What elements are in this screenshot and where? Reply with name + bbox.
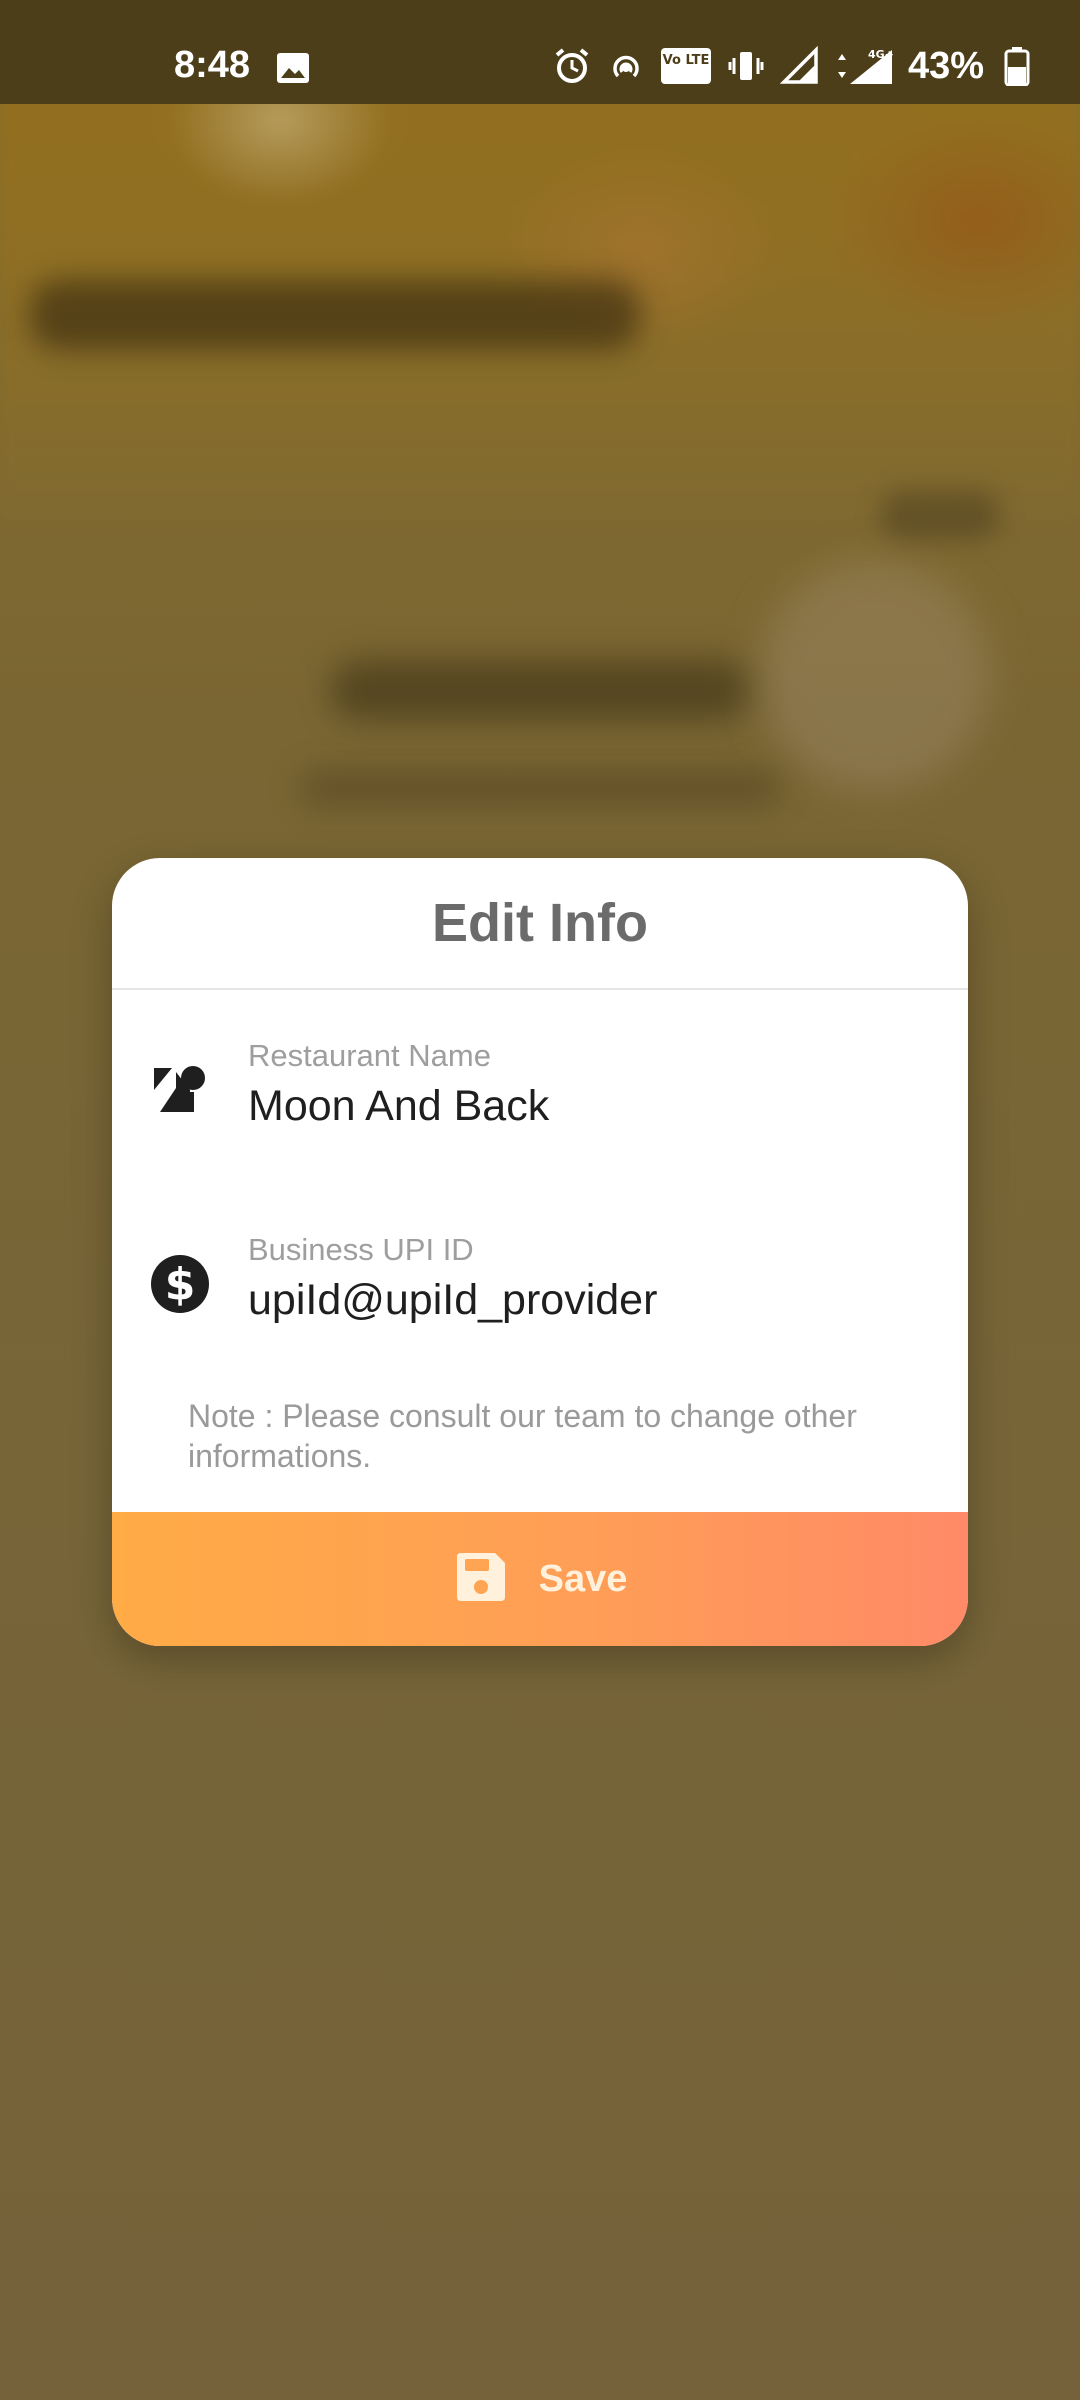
battery-icon	[1004, 46, 1030, 86]
volte-text: Vo LTE	[663, 53, 710, 68]
restaurant-name-value[interactable]: Moon And Back	[248, 1082, 549, 1131]
volte-icon: Vo LTE	[660, 46, 712, 86]
floppy-disk-icon	[453, 1549, 509, 1610]
background-title-blur	[30, 280, 640, 350]
network-label: 4G+	[868, 48, 894, 61]
dialog-title: Edit Info	[432, 893, 648, 953]
signal-4g-icon: 4G+	[834, 46, 894, 86]
background-badge-blur	[880, 490, 1000, 540]
title-divider	[112, 988, 968, 990]
business-upi-label: Business UPI ID	[248, 1232, 474, 1267]
battery-percent: 43%	[907, 44, 984, 87]
business-upi-field[interactable]: $ Business UPI ID upiId@upiId_provider	[112, 1232, 968, 1372]
background-avatar-blur	[760, 560, 990, 790]
category-icon	[150, 1060, 210, 1120]
status-bar: 8:48 Vo LTE 4G+ 43%	[0, 0, 1080, 104]
business-upi-value[interactable]: upiId@upiId_provider	[248, 1276, 657, 1325]
note-text: Note : Please consult our team to change…	[188, 1398, 857, 1474]
restaurant-name-label: Restaurant Name	[248, 1038, 491, 1073]
svg-text:$: $	[165, 1259, 196, 1310]
background-heading-blur	[330, 660, 750, 720]
signal-icon	[779, 46, 820, 86]
vibrate-icon	[726, 46, 766, 86]
save-label: Save	[538, 1557, 628, 1600]
restaurant-name-field[interactable]: Restaurant Name Moon And Back	[112, 1038, 968, 1178]
status-time: 8:48	[174, 44, 251, 86]
status-icons: Vo LTE 4G+ 43%	[552, 44, 1030, 88]
hotspot-icon	[606, 46, 646, 86]
save-button[interactable]: Save	[112, 1512, 968, 1646]
dollar-circle-icon: $	[150, 1254, 210, 1314]
image-icon	[276, 52, 310, 84]
background-subtitle-blur	[300, 770, 780, 806]
alarm-icon	[552, 46, 592, 86]
edit-info-dialog: Edit Info Restaurant Name Moon And Back …	[112, 858, 968, 1646]
